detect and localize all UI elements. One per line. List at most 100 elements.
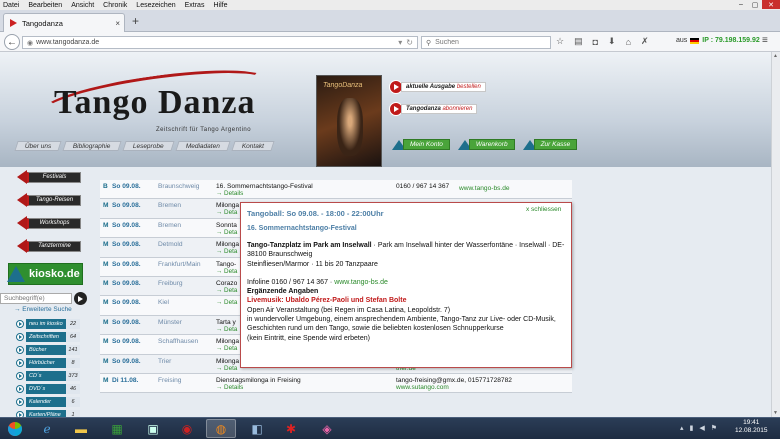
details-link[interactable]: → Deta: [216, 268, 237, 275]
close-tab-icon[interactable]: ×: [115, 19, 120, 28]
website-link[interactable]: www.sutango.com: [396, 384, 449, 391]
details-link[interactable]: → Deta: [216, 299, 237, 306]
file-explorer-icon[interactable]: ▬: [66, 419, 96, 438]
menu-ansicht[interactable]: Ansicht: [71, 2, 94, 9]
website-link[interactable]: www.tango-bs.de: [459, 185, 510, 192]
scrollbar[interactable]: ▲ ▼: [771, 52, 780, 417]
paint-splash-icon[interactable]: ✱: [276, 419, 306, 438]
details-link[interactable]: → Deta: [216, 365, 237, 372]
menu-extras[interactable]: Extras: [185, 2, 205, 9]
details-link[interactable]: → Deta: [216, 345, 237, 352]
site-logo[interactable]: Tango Danza Zeitschrift für Tango Argent…: [26, 70, 301, 133]
back-arrow-icon: ←: [7, 36, 17, 48]
nav-zur-kasse[interactable]: Zur Kasse: [522, 139, 578, 150]
nav-leseprobe[interactable]: Leseprobe: [122, 141, 175, 151]
clock[interactable]: 19:41 12.08.2015: [735, 419, 768, 435]
arrow-icon: [16, 385, 24, 393]
bookmark-star-icon[interactable]: ☆: [556, 36, 564, 47]
media-player-icon[interactable]: ◉: [172, 419, 202, 438]
kiosk-item[interactable]: neu im kiosko 22: [16, 318, 80, 330]
graphics-app-icon[interactable]: ◈: [312, 419, 342, 438]
url-text[interactable]: www.tangodanza.de: [36, 39, 398, 46]
magazine-cover[interactable]: TangoDanza: [316, 75, 382, 167]
menu-datei[interactable]: Datei: [3, 2, 19, 9]
details-link[interactable]: → Deta: [216, 287, 237, 294]
clock-time: 19:41: [743, 419, 760, 426]
volume-icon[interactable]: ◀: [699, 424, 704, 432]
firefox-icon[interactable]: ◍: [206, 419, 236, 438]
back-button[interactable]: ←: [4, 34, 20, 50]
kiosk-item[interactable]: CD´s 373: [16, 370, 80, 382]
menu-hilfe[interactable]: Hilfe: [213, 2, 227, 9]
menu-chronik[interactable]: Chronik: [103, 2, 127, 9]
menu-lesezeichen[interactable]: Lesezeichen: [136, 2, 175, 9]
search-bar[interactable]: ⚲: [421, 36, 551, 49]
internet-explorer-icon[interactable]: ℯ: [32, 419, 62, 438]
notes-icon[interactable]: ◧: [242, 419, 272, 438]
sidebar-festivals[interactable]: Festivals: [17, 170, 81, 184]
shop-navigation: Mein Konto Warenkorb Zur Kasse: [392, 139, 585, 150]
sidebar-workshops[interactable]: Workshops: [17, 216, 81, 230]
order-issue-button[interactable]: aktuelle Ausgabe bestellen: [389, 80, 486, 94]
details-link[interactable]: → Details: [216, 190, 243, 197]
subscribe-label: Tangodanza: [406, 106, 441, 112]
reload-icon[interactable]: ↻: [406, 38, 413, 47]
menu-icon[interactable]: ≡: [762, 35, 768, 46]
tab-tangodanza[interactable]: Tangodanza ×: [3, 13, 125, 32]
nav-kontakt[interactable]: Kontakt: [231, 141, 275, 151]
tray-up-icon[interactable]: ▴: [680, 424, 684, 432]
home-icon[interactable]: ⌂: [626, 37, 631, 47]
minimize-button[interactable]: –: [734, 0, 748, 9]
remote-desktop-icon[interactable]: ▣: [138, 419, 168, 438]
nav-mediadaten[interactable]: Mediadaten: [175, 141, 231, 151]
windows-logo-icon: [8, 421, 22, 436]
details-link[interactable]: → Deta: [216, 229, 237, 236]
reading-list-icon[interactable]: ▤: [574, 36, 583, 47]
download-icon[interactable]: ⬇: [608, 36, 616, 47]
url-bar[interactable]: ◉ www.tangodanza.de ▾ ↻: [22, 36, 418, 49]
nav-bibliographie[interactable]: Bibliographie: [62, 141, 122, 151]
popup-close-button[interactable]: x schliessen: [526, 206, 561, 213]
extended-search-link[interactable]: → Erweiterte Suche: [14, 306, 72, 313]
kiosk-item[interactable]: Kalender 6: [16, 396, 80, 408]
noscript-icon[interactable]: ✗: [641, 36, 649, 47]
details-link[interactable]: → Deta: [216, 248, 237, 255]
nav-mein-konto[interactable]: Mein Konto: [392, 139, 450, 150]
popup-festival-name: 16. Sommernachtstango-Festival: [247, 225, 357, 232]
spreadsheet-icon[interactable]: ▦: [102, 419, 132, 438]
details-link[interactable]: → Deta: [216, 326, 237, 333]
menu-bearbeiten[interactable]: Bearbeiten: [28, 2, 62, 9]
flag-icon[interactable]: ⚑: [711, 424, 717, 432]
scroll-up-icon[interactable]: ▲: [773, 53, 778, 59]
network-icon[interactable]: ▮: [690, 424, 694, 432]
clock-date: 12.08.2015: [735, 427, 768, 434]
sidebar-tango-reisen[interactable]: Tango-Reisen: [17, 193, 81, 207]
details-link[interactable]: → Details: [216, 384, 243, 391]
magazine-title: TangoDanza: [323, 82, 363, 89]
pocket-icon[interactable]: ◘: [593, 37, 598, 47]
sidebar-tanztermine[interactable]: Tanztermine: [17, 239, 81, 253]
details-link[interactable]: → Deta: [216, 209, 237, 216]
maximize-button[interactable]: ▢: [748, 0, 762, 9]
subscribe-button[interactable]: Tangodanza abonnieren: [389, 102, 478, 116]
top-navigation: Über uns Bibliographie Leseprobe Mediada…: [14, 141, 277, 151]
dropdown-arrow-icon[interactable]: ▾: [398, 38, 402, 47]
kiosk-item[interactable]: Zeitschriften 64: [16, 331, 80, 343]
kiosk-item[interactable]: Bücher 141: [16, 344, 80, 356]
kiosk-item[interactable]: Hörbücher 8: [16, 357, 80, 369]
start-button[interactable]: [4, 419, 26, 438]
sidebar-search-input[interactable]: [1, 295, 71, 302]
kiosk-item[interactable]: DVD´s 46: [16, 383, 80, 395]
arrow-icon: [16, 372, 24, 380]
globe-icon: ◉: [27, 39, 34, 47]
kiosko-logo[interactable]: kiosko.de: [7, 263, 83, 285]
sidebar-search-field[interactable]: [0, 293, 72, 304]
search-input[interactable]: [435, 39, 546, 46]
scroll-down-icon[interactable]: ▼: [773, 410, 778, 416]
popup-website-link[interactable]: www.tango-bs.de: [334, 279, 388, 286]
nav-ueber-uns[interactable]: Über uns: [14, 141, 62, 151]
close-window-button[interactable]: ✕: [762, 0, 780, 9]
sidebar-search-go-button[interactable]: [74, 292, 87, 305]
new-tab-button[interactable]: +: [132, 14, 139, 28]
nav-warenkorb[interactable]: Warenkorb: [457, 139, 515, 150]
